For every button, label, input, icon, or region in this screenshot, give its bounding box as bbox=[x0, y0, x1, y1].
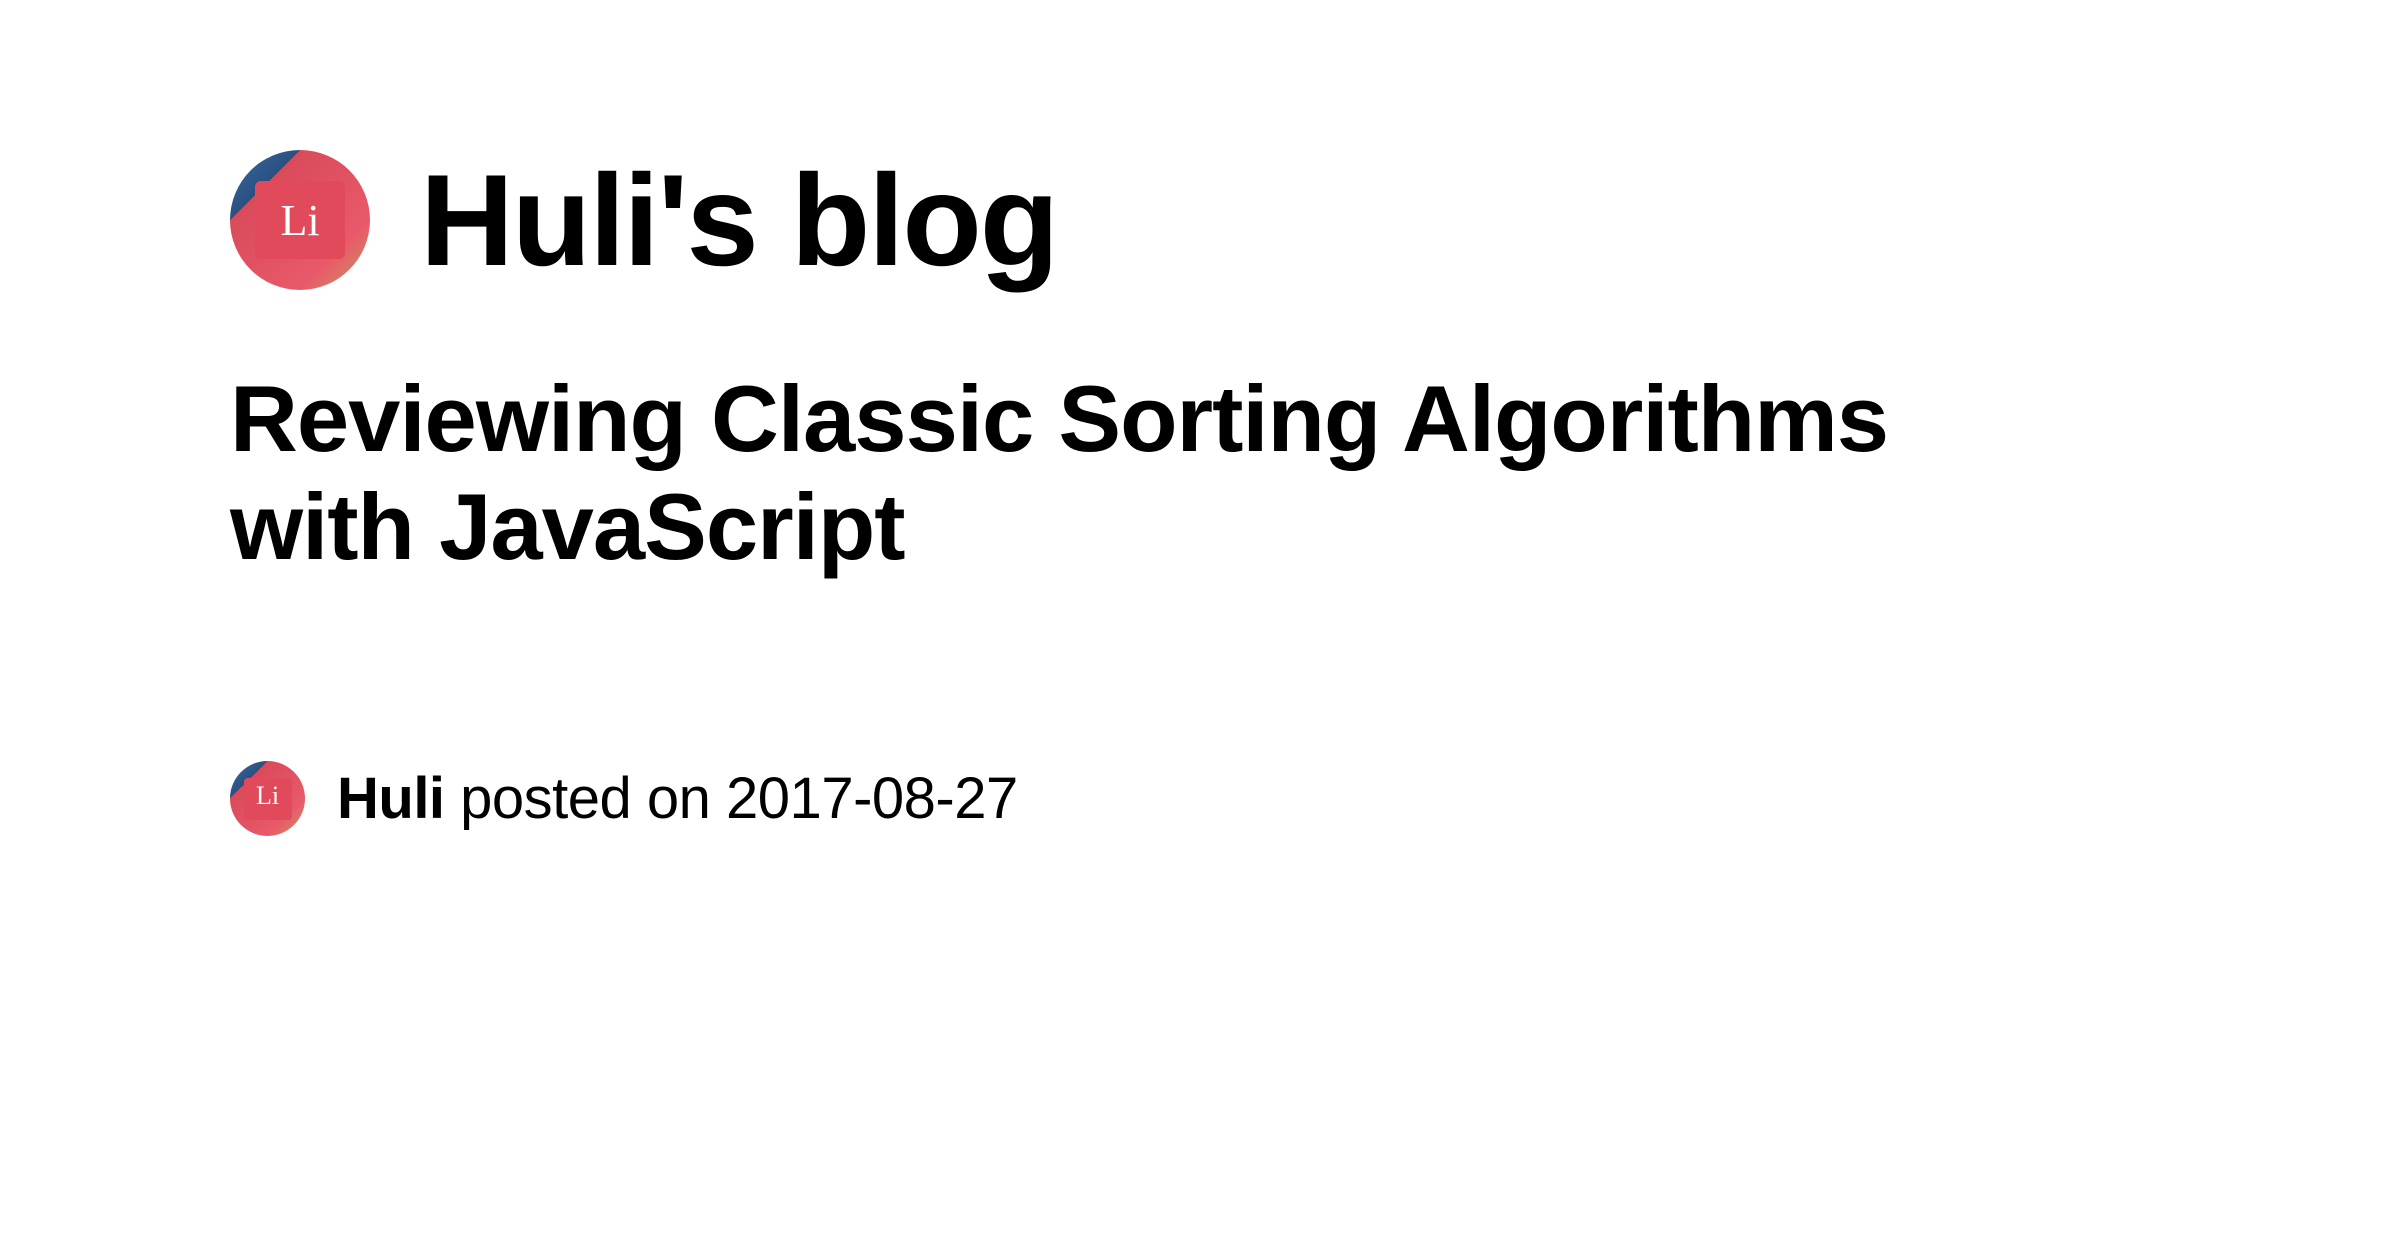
avatar-small bbox=[230, 761, 305, 836]
post-date: 2017-08-27 bbox=[726, 766, 1018, 831]
meta-text: Huli posted on 2017-08-27 bbox=[337, 765, 1018, 832]
avatar-large bbox=[230, 150, 370, 290]
post-title: Reviewing Classic Sorting Algorithms wit… bbox=[230, 365, 1930, 581]
posted-label: posted on bbox=[445, 766, 727, 831]
post-meta: Huli posted on 2017-08-27 bbox=[230, 761, 2170, 836]
blog-title: Huli's blog bbox=[420, 155, 1057, 285]
author-name: Huli bbox=[337, 766, 445, 831]
blog-header: Huli's blog bbox=[230, 150, 2170, 290]
